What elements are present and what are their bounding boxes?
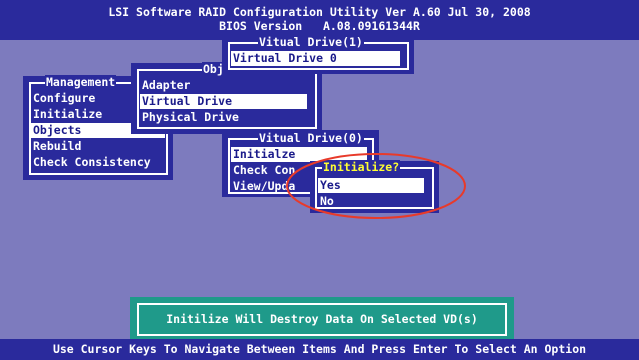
app-title: LSI Software RAID Configuration Utility …	[108, 5, 531, 19]
app-header: LSI Software RAID Configuration Utility …	[0, 0, 639, 40]
menu-item-initialize[interactable]: Initialize	[31, 107, 102, 122]
annotation-ring	[286, 153, 466, 219]
menu-item-rebuild[interactable]: Rebuild	[31, 139, 81, 154]
virtual-drive-list-title: Vitual Drive(1)	[258, 35, 364, 49]
virtual-drive-list-window: Vitual Drive(1) Virtual Drive 0	[222, 35, 414, 74]
menu-item-adapter[interactable]: Adapter	[140, 78, 190, 93]
menu-item-virtual-drive[interactable]: Virtual Drive	[140, 94, 307, 109]
menu-item-physical-drive[interactable]: Physical Drive	[140, 110, 239, 125]
menu-item-check-consistency[interactable]: Check Consistency	[31, 155, 151, 170]
bios-version: BIOS Version A.08.09161344R	[219, 19, 420, 33]
management-menu-title: Management	[45, 75, 117, 89]
menu-item-configure[interactable]: Configure	[31, 91, 95, 106]
warning-box: Initilize Will Destroy Data On Selected …	[130, 297, 514, 342]
virtual-drive-0-item[interactable]: Virtual Drive 0	[231, 51, 400, 66]
warning-message: Initilize Will Destroy Data On Selected …	[137, 303, 507, 336]
status-bar: Use Cursor Keys To Navigate Between Item…	[0, 339, 639, 360]
vd0-menu-title: Vitual Drive(0)	[258, 131, 364, 145]
